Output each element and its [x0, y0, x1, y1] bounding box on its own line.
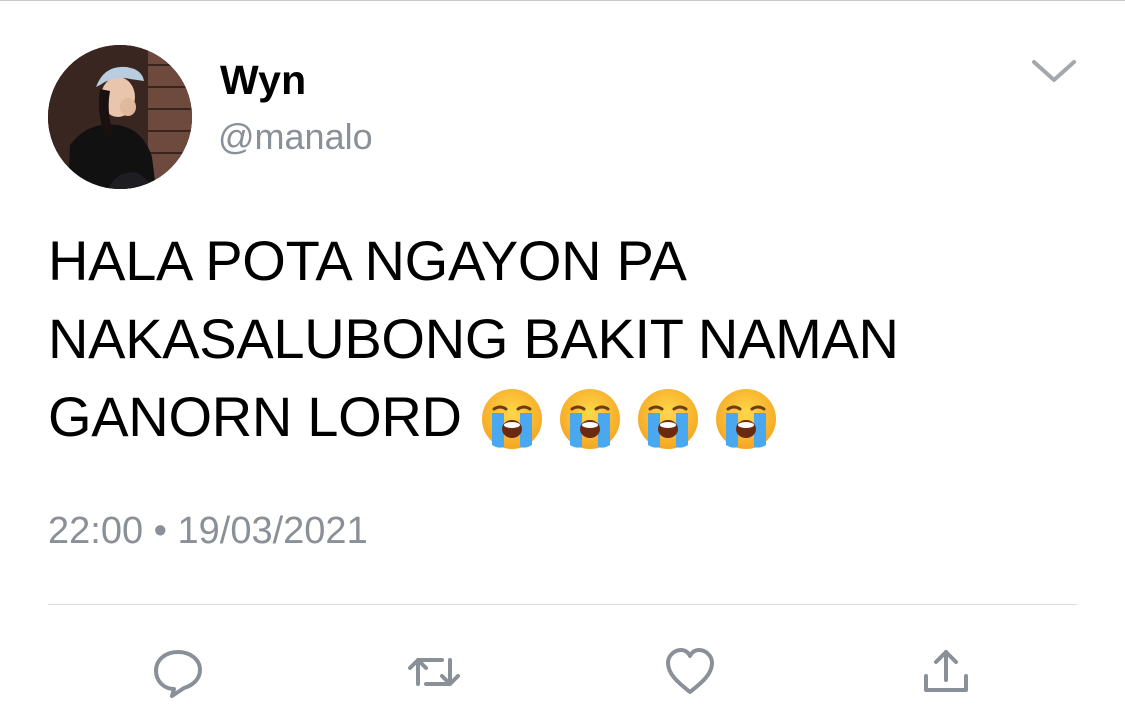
loudly-crying-face-icon — [559, 389, 620, 450]
tweet-timestamp[interactable]: 22:00 • 19/03/2021 — [48, 508, 368, 554]
like-button[interactable] — [662, 644, 718, 700]
reply-button[interactable] — [150, 644, 206, 700]
heart-icon — [666, 648, 714, 694]
tweet-text-line: HALA POTA NGAYON PA — [48, 229, 687, 292]
user-handle[interactable]: @manalo — [218, 115, 373, 159]
loudly-crying-face-icon — [637, 389, 698, 450]
loudly-crying-face-icon — [481, 389, 542, 450]
profile-photo — [48, 45, 192, 189]
avatar[interactable] — [48, 45, 192, 189]
tweet-text-line: NAKASALUBONG BAKIT NAMAN — [48, 307, 899, 370]
loudly-crying-face-icon — [715, 389, 776, 450]
retweet-icon — [408, 658, 460, 686]
display-name[interactable]: Wyn — [220, 56, 306, 104]
emoji-group — [480, 376, 792, 454]
top-divider — [0, 0, 1125, 1]
reply-icon — [154, 650, 202, 698]
tweet-text-line-with-emojis: GANORN LORD — [48, 378, 1048, 460]
tweet-menu-button[interactable] — [1028, 52, 1080, 88]
tweet-text: HALA POTA NGAYON PA NAKASALUBONG BAKIT N… — [48, 222, 1048, 460]
share-icon — [924, 650, 968, 692]
tweet-text-line: GANORN LORD — [48, 385, 462, 448]
chevron-down-icon — [1032, 60, 1076, 82]
retweet-button[interactable] — [406, 644, 462, 700]
share-button[interactable] — [918, 644, 974, 700]
action-bar-divider — [48, 604, 1077, 605]
